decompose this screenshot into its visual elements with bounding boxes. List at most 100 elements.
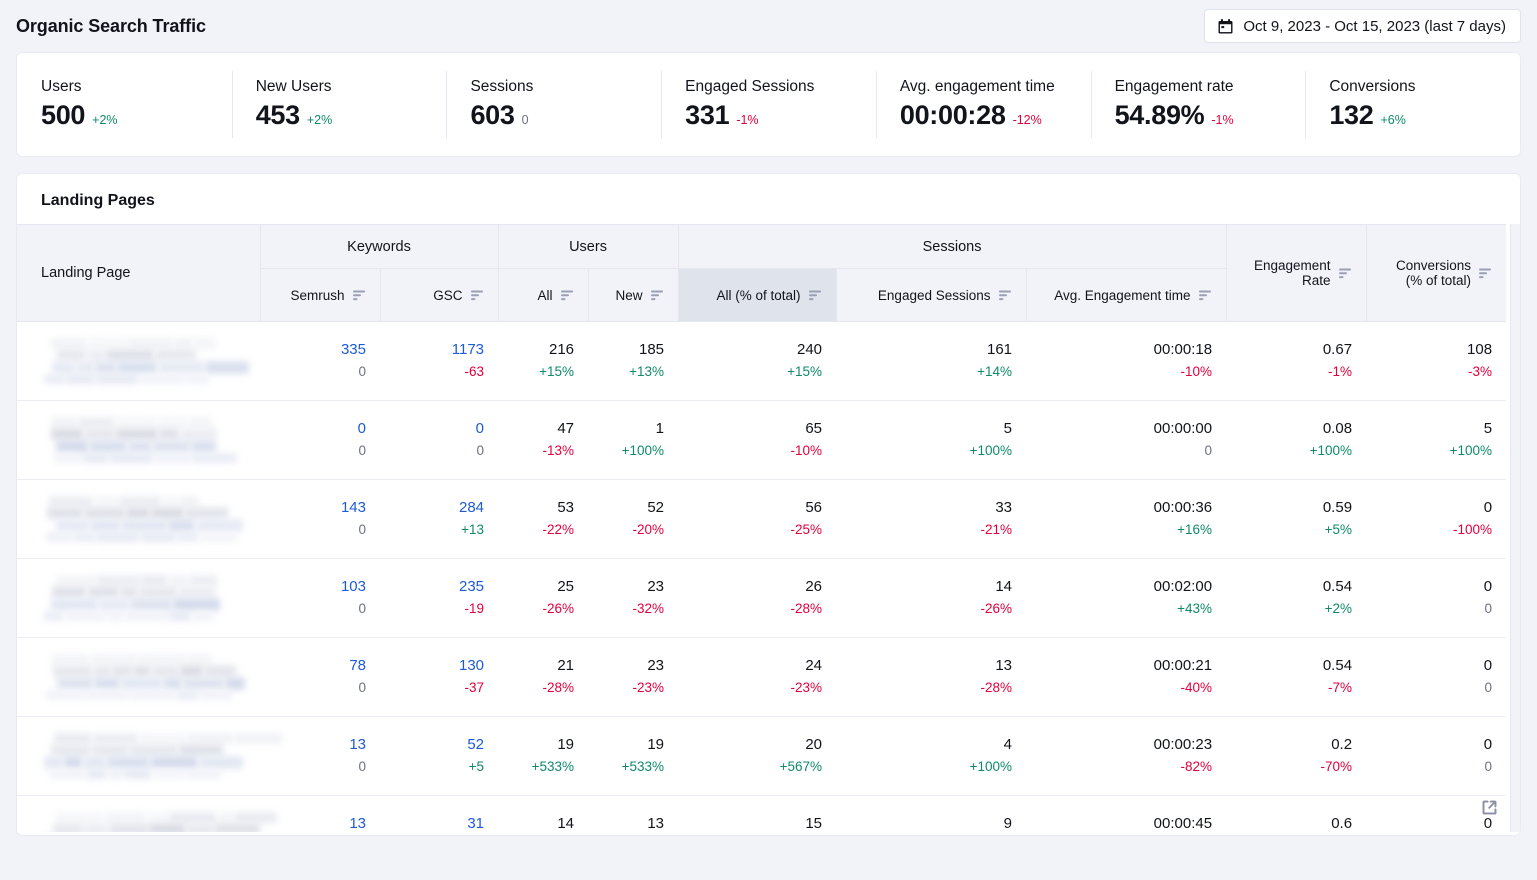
metric-cell: 00 [1366, 638, 1506, 717]
redacted-url [39, 338, 236, 384]
metric-cell: 3350 [260, 322, 380, 401]
metric-value: 00:00:23 [1040, 734, 1212, 756]
header-col-engaged-sessions[interactable]: Engaged Sessions [836, 269, 1026, 322]
header-col-avg-engagement-time[interactable]: Avg. Engagement time [1026, 269, 1226, 322]
redacted-url [39, 417, 236, 463]
metric-value: 235 [394, 576, 484, 598]
sort-icon[interactable] [471, 290, 484, 301]
metric-value: 00:00:36 [1040, 497, 1212, 519]
kpi-delta: +6% [1380, 113, 1405, 127]
table-row[interactable]: 1030235-1925-26%23-32%26-28%14-26%00:02:… [17, 559, 1506, 638]
sort-icon[interactable] [561, 290, 574, 301]
metric-delta: -63 [394, 361, 484, 383]
metric-delta: -13% [512, 440, 574, 462]
metric-cell: 14-26% [836, 559, 1026, 638]
header-group-label: Users [569, 239, 607, 255]
metric-delta: 0 [1040, 440, 1212, 462]
vertical-scrollbar[interactable] [1510, 224, 1520, 832]
table-row[interactable]: 000047-13%1+100%65-10%5+100%00:00:0000.0… [17, 401, 1506, 480]
header-col-new[interactable]: New [588, 269, 678, 322]
metric-value: 13 [274, 734, 366, 756]
header-col-all[interactable]: All [498, 269, 588, 322]
header-group-users: Users [498, 225, 678, 269]
metric-cell: 13-28% [588, 796, 678, 833]
kpi-engaged-sessions: Engaged Sessions331-1% [661, 71, 876, 138]
landing-page-cell[interactable] [17, 401, 260, 480]
metric-value: 52 [602, 497, 664, 519]
sort-icon[interactable] [1199, 290, 1212, 301]
table-row[interactable]: 13031-514-26%13-28%15-21%9-31%00:00:45+2… [17, 796, 1506, 833]
metric-cell: 56-25% [678, 480, 836, 559]
header-col-label: All (% of total) [716, 288, 800, 303]
redacted-url [39, 812, 236, 832]
kpi-value-row: 00:00:28-12% [900, 100, 1067, 131]
top-bar: Organic Search Traffic Oct 9, 2023 - Oct… [16, 0, 1521, 52]
header-col-conversions[interactable]: Conversions(% of total) [1366, 225, 1506, 322]
dashboard-page: Organic Search Traffic Oct 9, 2023 - Oct… [0, 0, 1537, 880]
header-group-sessions: Sessions [678, 225, 1226, 269]
header-landing-page-label: Landing Page [41, 265, 131, 281]
metric-delta: -3% [1380, 361, 1492, 383]
landing-page-cell[interactable] [17, 322, 260, 401]
sort-icon[interactable] [1339, 268, 1352, 279]
metric-value: 00:00:00 [1040, 418, 1212, 440]
landing-pages-table-scroll[interactable]: Landing Page Keywords Users SessionsEngagem… [17, 224, 1520, 832]
header-col-label: Engaged Sessions [878, 288, 991, 303]
sort-icon[interactable] [999, 290, 1012, 301]
header-col-all-of-total[interactable]: All (% of total) [678, 269, 836, 322]
kpi-sessions: Sessions6030 [446, 71, 661, 138]
metric-value: 0 [1380, 497, 1492, 519]
table-row[interactable]: 13052+519+533%19+533%20+567%4+100%00:00:… [17, 717, 1506, 796]
table-row[interactable]: 1430284+1353-22%52-20%56-25%33-21%00:00:… [17, 480, 1506, 559]
metric-cell: 00 [260, 401, 380, 480]
table-row[interactable]: 780130-3721-28%23-23%24-23%13-28%00:00:2… [17, 638, 1506, 717]
metric-value: 00:00:18 [1040, 339, 1212, 361]
kpi-delta: -1% [1211, 113, 1233, 127]
landing-page-cell[interactable] [17, 717, 260, 796]
date-range-picker[interactable]: Oct 9, 2023 - Oct 15, 2023 (last 7 days) [1204, 9, 1521, 43]
header-col-engagement[interactable]: EngagementRate [1226, 225, 1366, 322]
metric-cell: 23-32% [588, 559, 678, 638]
kpi-label: Avg. engagement time [900, 78, 1067, 96]
sort-icon[interactable] [353, 290, 366, 301]
metric-cell: 216+15% [498, 322, 588, 401]
metric-cell: 00 [1366, 559, 1506, 638]
header-group-label: Keywords [347, 239, 411, 255]
metric-delta: +16% [1040, 519, 1212, 541]
metric-cell: 00:00:21-40% [1026, 638, 1226, 717]
metric-value: 78 [274, 655, 366, 677]
kpi-value-row: 54.89% -1% [1115, 100, 1282, 131]
external-link-icon[interactable] [1481, 799, 1498, 816]
kpi-label: Conversions [1329, 78, 1496, 96]
table-row[interactable]: 33501173-63216+15%185+13%240+15%161+14%0… [17, 322, 1506, 401]
header-group-keywords: Keywords [260, 225, 498, 269]
metric-value: 20 [692, 734, 822, 756]
metric-delta: 0 [1380, 677, 1492, 699]
landing-page-cell[interactable] [17, 638, 260, 717]
landing-page-cell[interactable] [17, 796, 260, 833]
date-range-label: Oct 9, 2023 - Oct 15, 2023 (last 7 days) [1243, 18, 1506, 35]
metric-cell: 00:00:23-82% [1026, 717, 1226, 796]
metric-value: 108 [1380, 339, 1492, 361]
header-col-label: Semrush [290, 288, 344, 303]
kpi-value: 500 [41, 100, 85, 131]
metric-cell: 0.67-1% [1226, 322, 1366, 401]
metric-delta: -28% [850, 677, 1012, 699]
metric-delta: +100% [1380, 440, 1492, 462]
sort-icon[interactable] [651, 290, 664, 301]
metric-delta: +13% [602, 361, 664, 383]
kpi-value: 54.89% [1115, 100, 1205, 131]
metric-value: 19 [512, 734, 574, 756]
landing-page-cell[interactable] [17, 559, 260, 638]
landing-page-cell[interactable] [17, 480, 260, 559]
sort-icon[interactable] [809, 290, 822, 301]
header-col-gsc[interactable]: GSC [380, 269, 498, 322]
kpi-value-row: 500+2% [41, 100, 208, 131]
metric-value: 52 [394, 734, 484, 756]
metric-value: 5 [1380, 418, 1492, 440]
metric-cell: 0-100% [1366, 480, 1506, 559]
metric-value: 0.67 [1240, 339, 1352, 361]
sort-icon[interactable] [1479, 268, 1492, 279]
header-col-semrush[interactable]: Semrush [260, 269, 380, 322]
table-header: Landing Page Keywords Users SessionsEngagem… [17, 225, 1506, 322]
